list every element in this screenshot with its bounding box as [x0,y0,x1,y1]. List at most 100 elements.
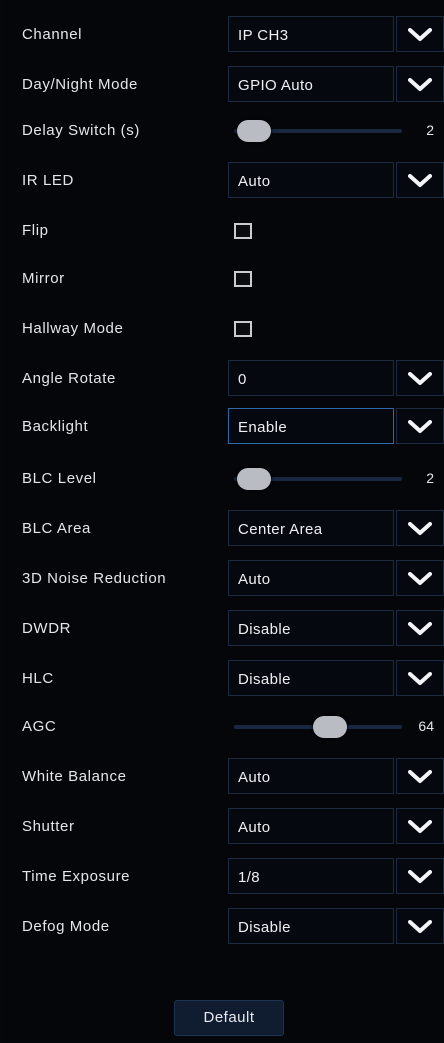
setting-row-day-night-mode: Day/Night Mode GPIO Auto [4,66,444,106]
setting-label-blc-level: BLC Level [22,470,97,487]
hlc-dropdown-button[interactable] [396,660,444,696]
shutter-value: Auto [238,819,271,836]
backlight-dropdown-button[interactable] [396,408,444,444]
chevron-down-icon [408,174,432,187]
setting-row-time-exposure: Time Exposure 1/8 [4,858,444,898]
setting-label-hallway-mode: Hallway Mode [22,320,124,337]
white-balance-dropdown-button[interactable] [396,758,444,794]
setting-label-3d-noise-reduction: 3D Noise Reduction [22,570,167,587]
setting-row-channel: Channel IP CH3 [4,16,444,56]
3d-noise-reduction-value: Auto [238,571,271,588]
setting-label-backlight: Backlight [22,418,89,435]
time-exposure-select[interactable]: 1/8 [228,858,394,894]
defog-mode-value: Disable [238,919,291,936]
setting-label-time-exposure: Time Exposure [22,868,131,885]
chevron-down-icon [408,420,432,433]
backlight-value: Enable [238,419,288,436]
agc-slider-value: 64 [418,718,434,734]
channel-value: IP CH3 [238,27,289,44]
setting-label-channel: Channel [22,26,83,43]
shutter-dropdown-button[interactable] [396,808,444,844]
setting-label-blc-area: BLC Area [22,520,92,537]
chevron-down-icon [408,770,432,783]
chevron-down-icon [408,622,432,635]
setting-row-blc-area: BLC Area Center Area [4,510,444,550]
setting-label-flip: Flip [22,222,49,239]
delay-switch-s-slider-thumb[interactable] [237,120,272,142]
setting-row-defog-mode: Defog Mode Disable [4,908,444,948]
dwdr-dropdown-button[interactable] [396,610,444,646]
setting-label-shutter: Shutter [22,818,75,835]
setting-label-agc: AGC [22,718,57,735]
time-exposure-dropdown-button[interactable] [396,858,444,894]
chevron-down-icon [408,820,432,833]
defog-mode-select[interactable]: Disable [228,908,394,944]
channel-select[interactable]: IP CH3 [228,16,394,52]
white-balance-value: Auto [238,769,271,786]
setting-row-dwdr: DWDR Disable [4,610,444,650]
setting-row-flip: Flip [4,212,444,252]
chevron-down-icon [408,522,432,535]
flip-checkbox[interactable] [234,223,252,239]
setting-label-hlc: HLC [22,670,54,687]
hlc-select[interactable]: Disable [228,660,394,696]
setting-label-mirror: Mirror [22,270,65,287]
chevron-down-icon [408,78,432,91]
ir-led-dropdown-button[interactable] [396,162,444,198]
hlc-value: Disable [238,671,291,688]
dwdr-value: Disable [238,621,291,638]
angle-rotate-dropdown-button[interactable] [396,360,444,396]
setting-row-3d-noise-reduction: 3D Noise Reduction Auto [4,560,444,600]
chevron-down-icon [408,572,432,585]
backlight-select[interactable]: Enable [228,408,394,444]
setting-row-hallway-mode: Hallway Mode [4,310,444,350]
setting-label-angle-rotate: Angle Rotate [22,370,116,387]
day-night-mode-select[interactable]: GPIO Auto [228,66,394,102]
setting-row-blc-level: BLC Level 2 [4,460,444,500]
blc-level-slider-value: 2 [426,470,434,486]
setting-label-white-balance: White Balance [22,768,127,785]
chevron-down-icon [408,920,432,933]
setting-row-backlight: Backlight Enable [4,408,444,448]
3d-noise-reduction-select[interactable]: Auto [228,560,394,596]
shutter-select[interactable]: Auto [228,808,394,844]
setting-row-hlc: HLC Disable [4,660,444,700]
day-night-mode-value: GPIO Auto [238,77,314,94]
time-exposure-value: 1/8 [238,869,261,886]
3d-noise-reduction-dropdown-button[interactable] [396,560,444,596]
setting-label-delay-switch-s: Delay Switch (s) [22,122,140,139]
blc-level-slider-thumb[interactable] [237,468,272,490]
default-button[interactable]: Default [174,1000,284,1036]
setting-row-mirror: Mirror [4,260,444,300]
white-balance-select[interactable]: Auto [228,758,394,794]
channel-dropdown-button[interactable] [396,16,444,52]
hallway-mode-checkbox[interactable] [234,321,252,337]
defog-mode-dropdown-button[interactable] [396,908,444,944]
chevron-down-icon [408,672,432,685]
blc-area-select[interactable]: Center Area [228,510,394,546]
angle-rotate-select[interactable]: 0 [228,360,394,396]
setting-row-angle-rotate: Angle Rotate 0 [4,360,444,400]
dwdr-select[interactable]: Disable [228,610,394,646]
ir-led-value: Auto [238,173,271,190]
agc-slider-thumb[interactable] [313,716,347,738]
setting-label-ir-led: IR LED [22,172,74,189]
ir-led-select[interactable]: Auto [228,162,394,198]
setting-row-ir-led: IR LED Auto [4,162,444,202]
image-settings-panel: Default Channel IP CH3 Day/Night Mode GPIO … [4,0,444,1043]
day-night-mode-dropdown-button[interactable] [396,66,444,102]
setting-row-shutter: Shutter Auto [4,808,444,848]
setting-label-day-night-mode: Day/Night Mode [22,76,138,93]
setting-row-delay-switch-s: Delay Switch (s) 2 [4,112,444,152]
chevron-down-icon [408,372,432,385]
blc-area-value: Center Area [238,521,323,538]
delay-switch-s-slider-value: 2 [426,122,434,138]
blc-area-dropdown-button[interactable] [396,510,444,546]
setting-label-defog-mode: Defog Mode [22,918,110,935]
mirror-checkbox[interactable] [234,271,252,287]
angle-rotate-value: 0 [238,371,247,388]
setting-label-dwdr: DWDR [22,620,72,637]
setting-row-agc: AGC 64 [4,708,444,748]
chevron-down-icon [408,870,432,883]
setting-row-white-balance: White Balance Auto [4,758,444,798]
